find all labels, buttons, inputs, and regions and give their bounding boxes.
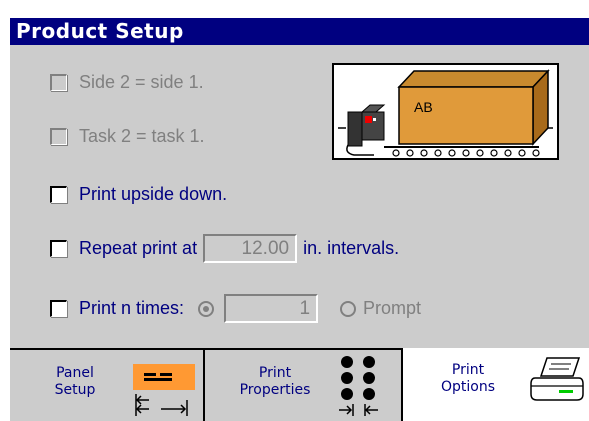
tab-panel-setup-line2: Setup [54,382,96,398]
tab-print-properties-line1: Print [258,365,292,381]
task2-checkbox[interactable] [50,128,67,145]
side2-option: Side 2 = side 1. [50,72,204,93]
upside-down-checkbox[interactable] [50,186,67,203]
upside-down-label: Print upside down. [79,184,228,204]
tab-panel-setup-label: Panel Setup [40,365,110,399]
bottom-tab-bar: Panel Setup Print Properties Print Optio… [10,348,589,421]
print-n-checkbox[interactable] [50,300,67,317]
print-count-field[interactable]: 1 [224,294,319,323]
task2-option: Task 2 = task 1. [50,126,205,147]
prompt-radio[interactable] [340,300,357,317]
count-radio[interactable] [198,300,215,317]
prompt-label: Prompt [363,298,422,318]
print-n-option: Print n times: 1 Prompt [50,294,421,323]
repeat-print-suffix: in. intervals. [303,238,400,258]
product-setup-panel: Product Setup Side 2 = side 1. Task 2 = … [10,18,589,421]
tab-print-properties[interactable]: Print Properties [205,348,403,421]
panel-setup-icon [133,364,195,416]
tab-print-options-line2: Options [440,379,496,395]
upside-down-option: Print upside down. [50,184,227,205]
printer-box-conveyor-icon: AB [338,69,553,157]
tab-print-options-line1: Print [451,362,485,378]
box-label: AB [414,99,433,115]
print-n-label: Print n times: [79,298,185,318]
tab-print-options[interactable]: Print Options [403,348,589,421]
repeat-print-prefix: Repeat print at [79,238,198,258]
tab-panel-setup[interactable]: Panel Setup [10,348,205,421]
tab-print-options-label: Print Options [428,362,508,396]
side2-label: Side 2 = side 1. [79,72,204,92]
repeat-print-option: Repeat print at 12.00 in. intervals. [50,234,399,263]
side2-checkbox[interactable] [50,74,67,91]
page-title: Product Setup [10,18,589,45]
radio-selected-dot [203,305,210,312]
repeat-print-checkbox[interactable] [50,240,67,257]
tab-print-properties-label: Print Properties [225,365,325,399]
printer-icon [530,357,584,401]
dot-matrix-icon [339,356,378,416]
product-illustration: AB [332,63,559,160]
tab-panel-setup-line1: Panel [56,365,94,381]
tab-print-properties-line2: Properties [239,382,311,398]
repeat-interval-field[interactable]: 12.00 [203,234,298,263]
task2-label: Task 2 = task 1. [79,126,205,146]
